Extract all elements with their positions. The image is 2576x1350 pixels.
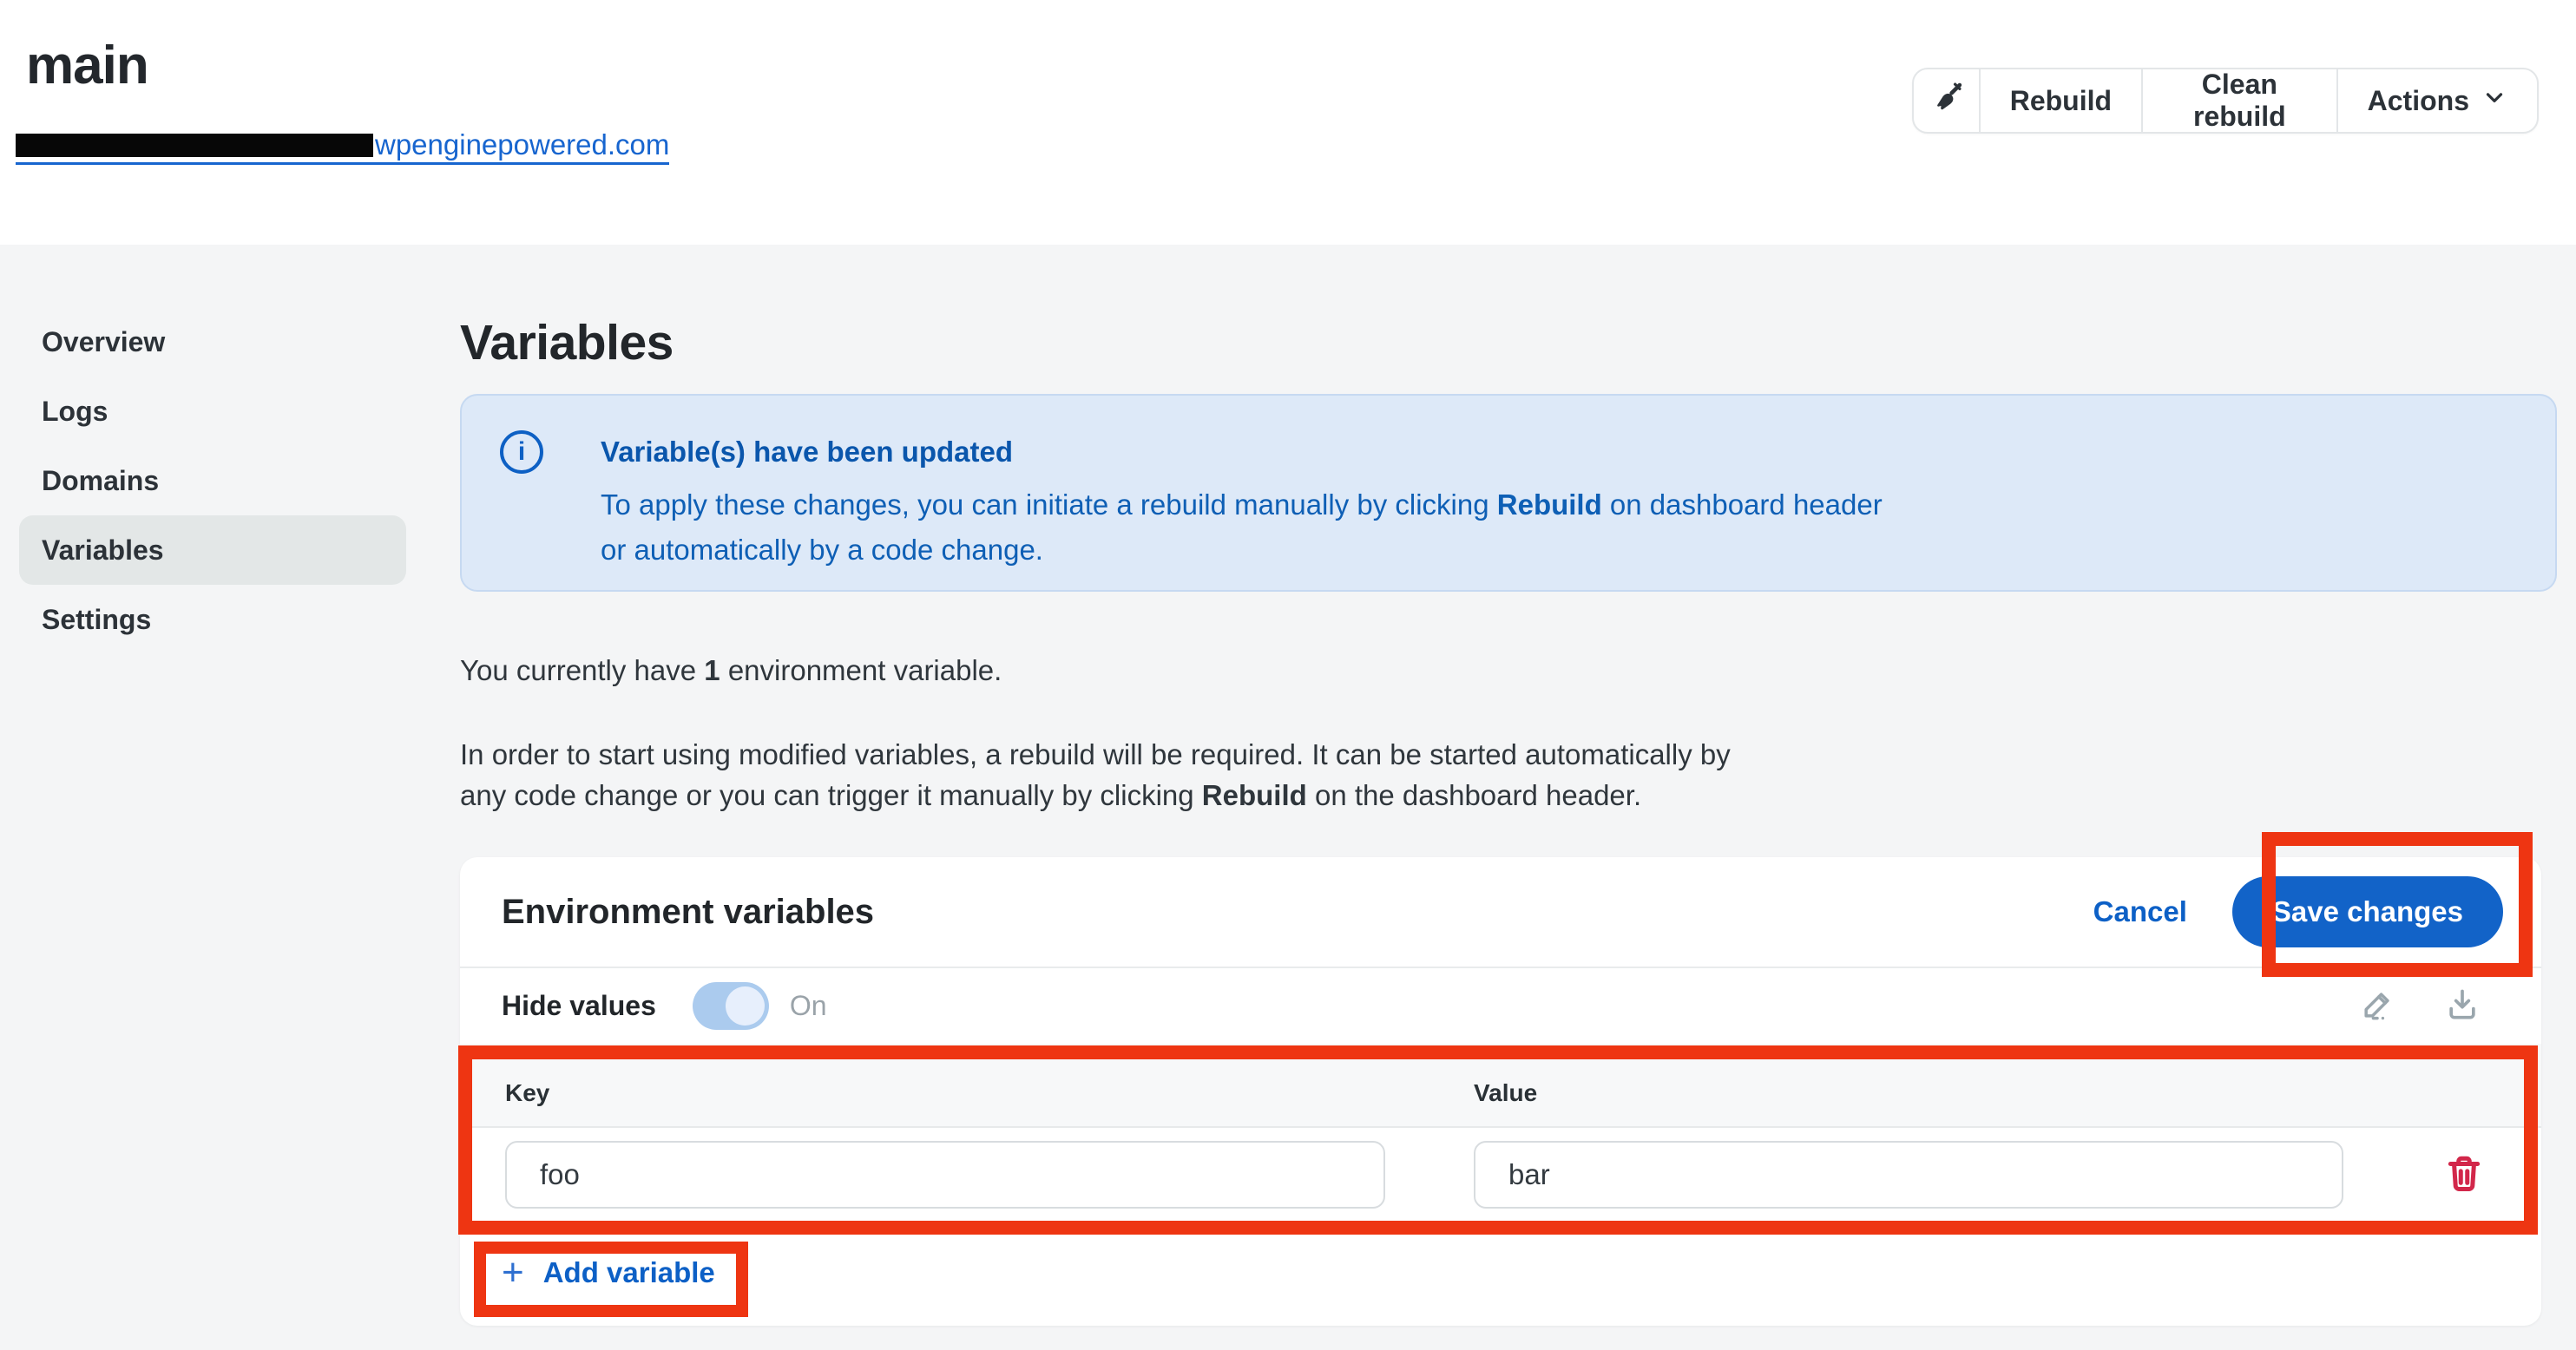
variable-count-text: You currently have 1 environment variabl… [460, 654, 2557, 687]
variable-count: 1 [704, 654, 720, 686]
hide-values-toggle[interactable] [693, 982, 769, 1030]
save-changes-button[interactable]: Save changes [2232, 876, 2503, 947]
site-url-text: wpenginepowered.com [375, 130, 669, 159]
variables-page: Variables i Variable(s) have been update… [460, 245, 2557, 1326]
actions-menu-label: Actions [2368, 85, 2469, 117]
delete-variable-button[interactable] [2442, 1152, 2486, 1198]
cancel-button[interactable]: Cancel [2093, 895, 2187, 928]
add-variable-row: + Add variable [460, 1219, 2541, 1326]
column-header-key: Key [505, 1079, 549, 1107]
app-screen: main wpenginepowered.com Rebuild Clean r… [0, 0, 2576, 1350]
environment-name: main [26, 35, 148, 96]
clean-cache-button[interactable] [1914, 69, 1979, 132]
rebuild-button[interactable]: Rebuild [1981, 69, 2141, 132]
sidebar-item-variables[interactable]: Variables [19, 515, 406, 585]
rebuild-note-text: In order to start using modified variabl… [460, 734, 2557, 816]
sidebar-item-domains[interactable]: Domains [19, 446, 406, 515]
sidebar-item-overview[interactable]: Overview [19, 307, 406, 377]
pencil-icon [2358, 986, 2396, 1026]
environment-toolbar: Rebuild Clean rebuild Actions [1912, 68, 2539, 134]
site-url-link[interactable]: wpenginepowered.com [16, 130, 669, 165]
alert-rebuild-keyword: Rebuild [1497, 488, 1602, 521]
edit-variables-button[interactable] [2358, 986, 2396, 1026]
variable-key-input[interactable] [505, 1141, 1385, 1209]
environment-variables-card: Environment variables Cancel Save change… [460, 857, 2541, 1326]
variable-value-input[interactable] [1474, 1141, 2343, 1209]
alert-title: Variable(s) have been updated [601, 436, 1883, 469]
actions-menu-button[interactable]: Actions [2338, 69, 2537, 132]
card-header: Environment variables Cancel Save change… [460, 857, 2541, 967]
toggle-state-label: On [790, 990, 827, 1022]
card-actions: Cancel Save changes [2093, 876, 2503, 947]
card-title: Environment variables [502, 893, 874, 932]
chevron-down-icon [2481, 84, 2507, 117]
table-header-row: Key Value [460, 1044, 2541, 1128]
plus-icon: + [502, 1254, 524, 1292]
trash-icon [2442, 1185, 2486, 1198]
sidebar-item-logs[interactable]: Logs [19, 377, 406, 446]
column-header-value: Value [1474, 1079, 1537, 1107]
note-rebuild-keyword: Rebuild [1202, 779, 1307, 811]
add-variable-label: Add variable [543, 1256, 715, 1289]
alert-line-2: or automatically by a code change. [601, 533, 1883, 567]
info-icon: i [500, 430, 543, 474]
download-icon [2443, 986, 2481, 1026]
add-variable-button[interactable]: + Add variable [502, 1254, 715, 1292]
download-variables-button[interactable] [2443, 986, 2481, 1026]
table-tools [2358, 986, 2481, 1026]
content-area: Overview Logs Domains Variables Settings… [0, 245, 2576, 1350]
alert-body: Variable(s) have been updated To apply t… [601, 396, 1883, 590]
variables-table: Key Value [460, 1044, 2541, 1219]
info-alert: i Variable(s) have been updated To apply… [460, 394, 2557, 592]
sidebar-item-settings[interactable]: Settings [19, 585, 406, 654]
page-header: main wpenginepowered.com Rebuild Clean r… [0, 0, 2576, 245]
toggle-knob [726, 986, 765, 1026]
redaction-bar [16, 134, 373, 157]
broom-icon [1929, 79, 1965, 122]
hide-values-label: Hide values [502, 990, 656, 1022]
page-title: Variables [460, 314, 2557, 371]
environment-sidebar: Overview Logs Domains Variables Settings [19, 307, 406, 654]
clean-rebuild-button[interactable]: Clean rebuild [2143, 69, 2337, 132]
variable-row [460, 1128, 2541, 1219]
hide-values-row: Hide values On [460, 968, 2541, 1044]
alert-line-1: To apply these changes, you can initiate… [601, 488, 1883, 522]
